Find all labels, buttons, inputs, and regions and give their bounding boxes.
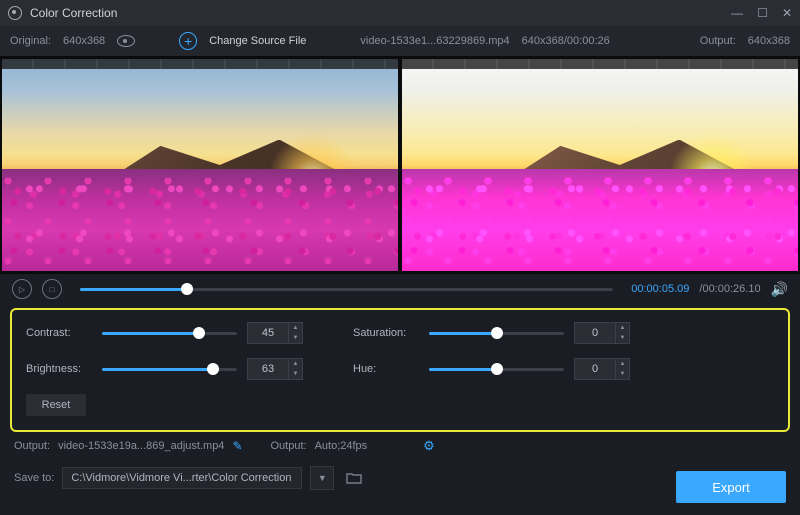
output-label: Output: bbox=[700, 35, 736, 47]
output-format-label: Output: bbox=[271, 440, 307, 452]
original-label: Original: bbox=[10, 35, 51, 47]
output-file-label: Output: bbox=[14, 440, 50, 452]
brightness-spinner[interactable]: 63▲▼ bbox=[247, 358, 303, 380]
preview-area bbox=[0, 56, 800, 274]
volume-icon[interactable]: 🔊 bbox=[771, 281, 788, 298]
info-bar: Original: 640x368 + Change Source File v… bbox=[0, 26, 800, 56]
chevron-down-icon: ▼ bbox=[289, 333, 302, 343]
plus-icon[interactable]: + bbox=[179, 32, 197, 50]
minimize-button[interactable]: — bbox=[731, 6, 743, 20]
path-dropdown-button[interactable]: ▼ bbox=[310, 466, 334, 490]
save-to-label: Save to: bbox=[14, 472, 54, 484]
hue-label: Hue: bbox=[353, 363, 419, 375]
chevron-down-icon: ▼ bbox=[616, 333, 629, 343]
timeline-track[interactable] bbox=[80, 288, 613, 291]
output-resolution: 640x368 bbox=[748, 35, 790, 47]
source-meta: 640x368/00:00:26 bbox=[522, 35, 610, 47]
chevron-down-icon: ▼ bbox=[616, 369, 629, 379]
app-logo-icon bbox=[8, 6, 22, 20]
chevron-up-icon: ▲ bbox=[616, 323, 629, 333]
eye-icon[interactable] bbox=[117, 35, 135, 47]
folder-icon[interactable] bbox=[342, 466, 366, 490]
time-current: 00:00:05.09 bbox=[631, 283, 689, 295]
time-total: /00:00:26.10 bbox=[699, 283, 760, 295]
output-filename: video-1533e19a...869_adjust.mp4 bbox=[58, 440, 224, 452]
hue-spinner[interactable]: 0▲▼ bbox=[574, 358, 630, 380]
reset-button[interactable]: Reset bbox=[26, 394, 86, 416]
gear-icon[interactable]: ⚙ bbox=[423, 438, 435, 454]
preview-adjusted bbox=[402, 59, 798, 271]
saturation-label: Saturation: bbox=[353, 327, 419, 339]
contrast-slider[interactable] bbox=[102, 332, 237, 335]
titlebar: Color Correction — ☐ ✕ bbox=[0, 0, 800, 26]
maximize-button[interactable]: ☐ bbox=[757, 6, 768, 20]
stop-button[interactable]: □ bbox=[42, 279, 62, 299]
contrast-spinner[interactable]: 45▲▼ bbox=[247, 322, 303, 344]
chevron-up-icon: ▲ bbox=[289, 323, 302, 333]
chevron-up-icon: ▲ bbox=[616, 359, 629, 369]
hue-slider[interactable] bbox=[429, 368, 564, 371]
export-button[interactable]: Export bbox=[676, 471, 786, 503]
timeline-bar: ▷ □ 00:00:05.09/00:00:26.10 🔊 bbox=[0, 274, 800, 304]
output-format: Auto;24fps bbox=[315, 440, 368, 452]
save-path-field[interactable]: C:\Vidmore\Vidmore Vi...rter\Color Corre… bbox=[62, 467, 302, 489]
preview-original bbox=[2, 59, 398, 271]
color-correction-panel: Contrast: 45▲▼ Saturation: 0▲▼ Brightnes… bbox=[10, 308, 790, 432]
source-filename: video-1533e1...63229869.mp4 bbox=[360, 35, 509, 47]
contrast-label: Contrast: bbox=[26, 327, 92, 339]
pencil-icon[interactable]: ✎ bbox=[232, 439, 242, 453]
change-source-button[interactable]: Change Source File bbox=[209, 35, 306, 47]
output-row: Output: video-1533e19a...869_adjust.mp4 … bbox=[0, 432, 800, 460]
saturation-spinner[interactable]: 0▲▼ bbox=[574, 322, 630, 344]
chevron-up-icon: ▲ bbox=[289, 359, 302, 369]
brightness-label: Brightness: bbox=[26, 363, 92, 375]
chevron-down-icon: ▼ bbox=[289, 369, 302, 379]
brightness-slider[interactable] bbox=[102, 368, 237, 371]
saturation-slider[interactable] bbox=[429, 332, 564, 335]
window-title: Color Correction bbox=[30, 6, 731, 20]
play-button[interactable]: ▷ bbox=[12, 279, 32, 299]
original-resolution: 640x368 bbox=[63, 35, 105, 47]
close-button[interactable]: ✕ bbox=[782, 6, 792, 20]
